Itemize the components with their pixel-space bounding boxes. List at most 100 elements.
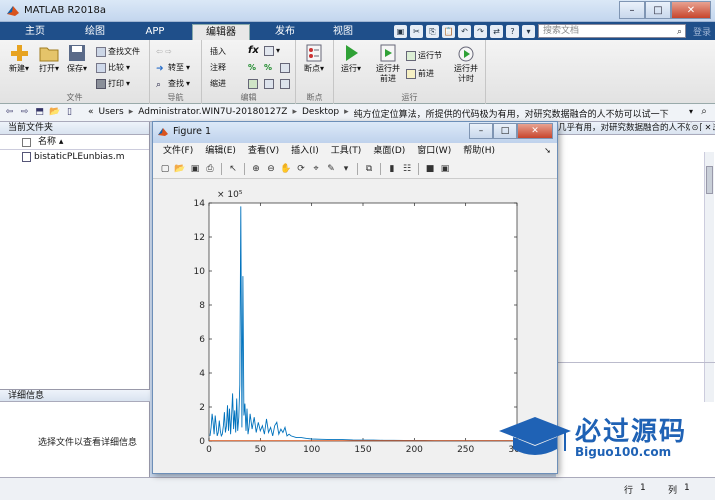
rotate-3d-icon[interactable]: ⟳ — [295, 163, 307, 175]
find-files-button[interactable]: 查找文件 — [96, 46, 140, 58]
run-button[interactable]: 运行▾ — [336, 44, 366, 74]
menu-insert[interactable]: 插入(I) — [291, 143, 319, 159]
path-dropdown-icon[interactable]: ▾ — [689, 107, 693, 116]
editor-scrollbar[interactable] — [704, 152, 714, 402]
paste-icon[interactable]: 📋 — [441, 24, 455, 38]
figure-title-bar[interactable]: Figure 1 – □ ✕ — [153, 122, 557, 143]
forward-arrow-icon[interactable]: ⇨ — [19, 107, 30, 118]
close-button[interactable]: ✕ — [671, 1, 711, 19]
brush-dropdown-icon[interactable]: ▾ — [340, 163, 352, 175]
wrap-comment-icon[interactable] — [280, 62, 290, 74]
save-quick-icon[interactable]: ▣ — [393, 24, 407, 38]
tab-publish[interactable]: 发布 — [262, 24, 308, 40]
back-arrow-icon[interactable]: ⇦ — [4, 107, 15, 118]
uncomment-icon[interactable]: % — [264, 62, 272, 74]
path-segment[interactable]: Users — [99, 107, 124, 120]
insert-button[interactable]: 插入 — [210, 46, 226, 58]
select-all-checkbox[interactable] — [22, 138, 31, 147]
browse-folder-icon[interactable]: 📂 — [49, 107, 60, 118]
tab-apps[interactable]: APP — [130, 24, 180, 40]
comment-button[interactable]: 注释 — [210, 62, 226, 74]
figure-maximize-button[interactable]: □ — [493, 123, 517, 139]
name-column-header[interactable]: 名称 ▴ — [0, 135, 149, 150]
cut-icon[interactable]: ✂ — [409, 24, 423, 38]
folder-icon[interactable]: ▯ — [64, 107, 75, 118]
print-figure-icon[interactable]: ⎙ — [204, 163, 216, 175]
run-section-button[interactable]: 运行节 — [406, 50, 442, 62]
colorbar-icon[interactable]: ▮ — [386, 163, 398, 175]
undo-icon[interactable]: ↶ — [457, 24, 471, 38]
link-plot-icon[interactable]: ⧉ — [363, 163, 375, 175]
tab-view[interactable]: 视图 — [320, 24, 366, 40]
legend-icon[interactable]: ☷ — [401, 163, 413, 175]
save-figure-icon[interactable]: ▣ — [189, 163, 201, 175]
run-group: 运行▾ 运行并 前进 运行节 前进 运行并 计时 运行 — [334, 40, 486, 104]
menu-edit[interactable]: 编辑(E) — [205, 143, 236, 159]
menu-view[interactable]: 查看(V) — [248, 143, 279, 159]
increase-indent-icon[interactable] — [280, 78, 290, 90]
search-folder-icon[interactable]: ⌕ — [697, 106, 711, 120]
new-figure-icon[interactable]: ▢ — [159, 163, 171, 175]
dropdown-icon[interactable]: ▾ — [521, 24, 535, 38]
new-button[interactable]: 新建▾ — [4, 44, 34, 74]
menu-tools[interactable]: 工具(T) — [331, 143, 362, 159]
help-icon[interactable]: ? — [505, 24, 519, 38]
scrollbar-thumb[interactable] — [706, 166, 713, 194]
switch-icon[interactable]: ⇄ — [489, 24, 503, 38]
search-icon[interactable]: ⌕ — [677, 26, 682, 38]
breakpoints-button[interactable]: 断点▾ — [299, 44, 329, 74]
hide-plot-tools-icon[interactable]: ■ — [424, 163, 436, 175]
zoom-out-icon[interactable]: ⊖ — [265, 163, 277, 175]
menu-desktop[interactable]: 桌面(D) — [373, 143, 405, 159]
comment-percent-icon[interactable]: % — [248, 62, 256, 74]
menu-window[interactable]: 窗口(W) — [417, 143, 451, 159]
tab-home[interactable]: 主页 — [12, 24, 58, 40]
minimize-button[interactable]: – — [619, 1, 645, 19]
y-tick-label: 0 — [199, 437, 205, 447]
save-button[interactable]: 保存▾ — [62, 44, 92, 74]
path-segment[interactable]: 纯方位定位算法，所提供的代码极为有用，对研究数据融合的人不妨可以试一下 — [354, 107, 669, 120]
decrease-indent-icon[interactable] — [264, 78, 274, 90]
path-segment[interactable]: « — [88, 107, 94, 120]
fx-icon[interactable]: fx — [248, 45, 259, 57]
run-and-time-button[interactable]: 运行并 计时 — [448, 44, 484, 84]
brush-icon[interactable]: ✎ — [325, 163, 337, 175]
menu-file[interactable]: 文件(F) — [163, 143, 193, 159]
menu-help[interactable]: 帮助(H) — [463, 143, 495, 159]
indent-button[interactable]: 缩进 — [210, 78, 226, 90]
search-documentation-input[interactable]: 搜索文档 ⌕ — [537, 24, 686, 38]
file-row[interactable]: bistaticPLEunbias.m — [0, 150, 149, 164]
dock-arrow-icon[interactable]: ➘ — [544, 143, 551, 159]
open-file-icon[interactable]: 📂 — [174, 163, 186, 175]
figure-close-button[interactable]: ✕ — [517, 123, 553, 139]
show-plot-tools-icon[interactable]: ▣ — [439, 163, 451, 175]
zoom-in-icon[interactable]: ⊕ — [250, 163, 262, 175]
data-cursor-icon[interactable]: ⌖ — [310, 163, 322, 175]
panel-menu-icon[interactable]: ⊙ — [690, 123, 700, 133]
tab-plots[interactable]: 绘图 — [70, 24, 120, 40]
open-button[interactable]: 打开▾ — [34, 44, 64, 74]
print-button[interactable]: 打印 ▾ — [96, 78, 130, 90]
x-tick-label: 0 — [206, 445, 212, 455]
folder-path[interactable]: « Users ▸ Administrator.WIN7U-20180127Z … — [88, 107, 669, 120]
login-link[interactable]: 登录 — [693, 25, 711, 38]
maximize-button[interactable]: □ — [645, 1, 671, 19]
smart-indent-icon[interactable] — [248, 78, 258, 90]
advance-button[interactable]: 前进 — [406, 68, 434, 80]
tab-editor[interactable]: 编辑器 — [192, 24, 250, 40]
figure-minimize-button[interactable]: – — [469, 123, 493, 139]
pan-hand-icon[interactable]: ✋ — [280, 163, 292, 175]
up-folder-icon[interactable]: ⬒ — [34, 107, 45, 118]
compare-button[interactable]: 比较 ▾ — [96, 62, 130, 74]
insert-function-icon[interactable]: ▾ — [264, 45, 280, 57]
pointer-icon[interactable]: ↖ — [227, 163, 239, 175]
run-and-advance-button[interactable]: 运行并 前进 — [370, 44, 406, 84]
path-segment[interactable]: Desktop — [302, 107, 339, 120]
panel-close-icon[interactable]: ✕ — [703, 123, 713, 133]
path-segment[interactable]: Administrator.WIN7U-20180127Z — [138, 107, 287, 120]
back-forward-button[interactable]: ⇦ ⇨ — [156, 46, 172, 58]
copy-icon[interactable]: ⎘ — [425, 24, 439, 38]
find-button[interactable]: ⌕ 查找 ▾ — [156, 78, 190, 90]
goto-button[interactable]: ➜ 转至 ▾ — [156, 62, 190, 74]
redo-icon[interactable]: ↷ — [473, 24, 487, 38]
